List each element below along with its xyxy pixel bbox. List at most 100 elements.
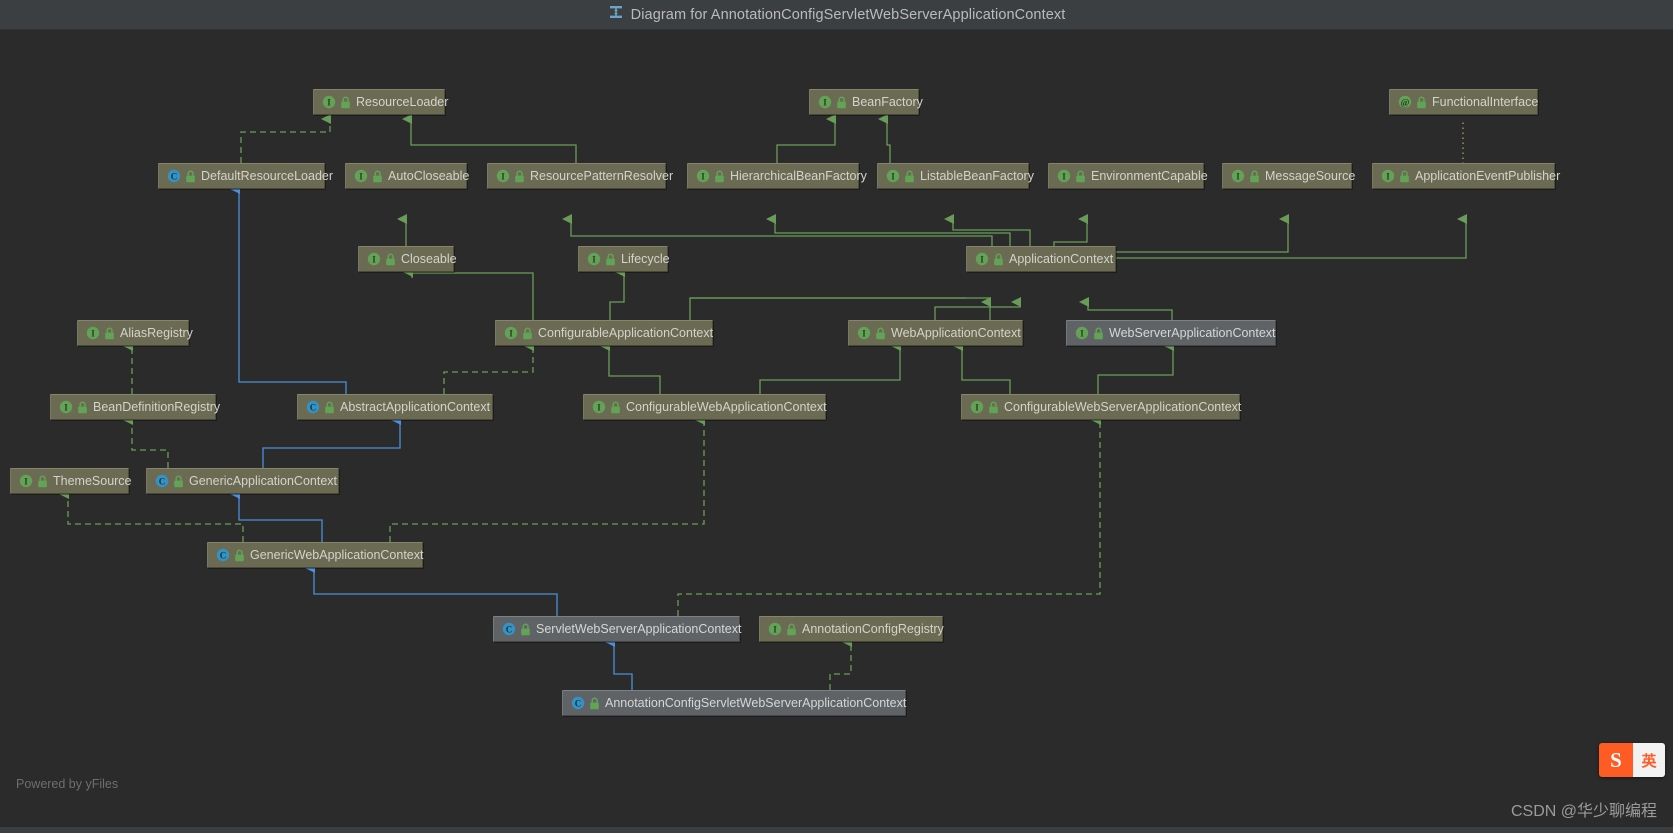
class-icon: C — [306, 400, 320, 414]
class-node-label: BeanFactory — [852, 94, 923, 109]
class-node-label: AliasRegistry — [120, 325, 193, 340]
window-titlebar: Diagram for AnnotationConfigServletWebSe… — [0, 0, 1673, 30]
lock-icon — [905, 169, 914, 182]
class-node-ServletWebServerApplicationContext[interactable]: C ServletWebServerApplicationContext — [493, 616, 742, 642]
class-node-label: ConfigurableApplicationContext — [538, 325, 714, 340]
lock-icon — [78, 400, 87, 413]
lock-icon — [38, 474, 47, 487]
sogou-s-label: S — [1610, 747, 1622, 772]
class-node-WebApplicationContext[interactable]: I WebApplicationContext — [848, 320, 1023, 346]
class-node-label: ConfigurableWebServerApplicationContext — [1004, 399, 1242, 414]
lock-icon — [837, 95, 846, 108]
class-node-label: WebApplicationContext — [891, 325, 1021, 340]
interface-icon: I — [496, 169, 510, 183]
class-node-GenericWebApplicationContext[interactable]: C GenericWebApplicationContext — [207, 542, 423, 568]
lock-icon — [373, 169, 382, 182]
svg-text:C: C — [575, 698, 582, 708]
lock-icon — [174, 474, 183, 487]
svg-text:I: I — [701, 171, 705, 181]
class-node-label: ConfigurableWebApplicationContext — [626, 399, 827, 414]
class-node-label: AbstractApplicationContext — [340, 399, 491, 414]
class-node-WebServerApplicationContext[interactable]: I WebServerApplicationContext — [1066, 320, 1276, 346]
class-node-AnnotationConfigServletWebServerApplicationContext[interactable]: C AnnotationConfigServletWebServerApplica… — [562, 690, 906, 716]
interface-icon: I — [768, 622, 782, 636]
annotation-icon: @ — [1398, 95, 1412, 109]
class-node-BeanDefinitionRegistry[interactable]: I BeanDefinitionRegistry — [50, 394, 220, 420]
svg-text:I: I — [592, 254, 596, 264]
class-node-label: AnnotationConfigRegistry — [802, 621, 944, 636]
lock-icon — [521, 622, 530, 635]
svg-text:I: I — [597, 402, 601, 412]
class-node-Closeable[interactable]: I Closeable — [358, 246, 457, 272]
class-node-AliasRegistry[interactable]: I AliasRegistry — [77, 320, 193, 346]
interface-icon: I — [1075, 326, 1089, 340]
lock-icon — [989, 400, 998, 413]
svg-text:I: I — [91, 328, 95, 338]
interface-icon: I — [1057, 169, 1071, 183]
svg-text:I: I — [891, 171, 895, 181]
sogou-logo-icon: S — [1599, 743, 1633, 777]
interface-icon: I — [696, 169, 710, 183]
class-node-label: ResourcePatternResolver — [530, 168, 674, 183]
class-node-ThemeSource[interactable]: I ThemeSource — [10, 468, 132, 494]
class-icon: C — [502, 622, 516, 636]
class-node-GenericApplicationContext[interactable]: C GenericApplicationContext — [146, 468, 339, 494]
interface-icon: I — [886, 169, 900, 183]
interface-icon: I — [504, 326, 518, 340]
interface-icon: I — [19, 474, 33, 488]
class-node-label: ServletWebServerApplicationContext — [536, 621, 742, 636]
lock-icon — [386, 252, 395, 265]
window-bottom-bar — [0, 827, 1673, 833]
class-node-ListableBeanFactory[interactable]: I ListableBeanFactory — [877, 163, 1034, 189]
class-node-AbstractApplicationContext[interactable]: C AbstractApplicationContext — [297, 394, 493, 420]
lock-icon — [1076, 169, 1085, 182]
class-node-ConfigurableApplicationContext[interactable]: I ConfigurableApplicationContext — [495, 320, 713, 346]
lock-icon — [876, 326, 885, 339]
diagram-canvas[interactable]: I ResourceLoader I BeanFactory @ FunctionalIn… — [0, 30, 1673, 833]
window-title: Diagram for AnnotationConfigServletWebSe… — [630, 6, 1066, 23]
class-node-label: AnnotationConfigServletWebServerApplicat… — [605, 695, 907, 710]
class-node-label: WebServerApplicationContext — [1109, 325, 1276, 340]
class-node-ApplicationEventPublisher[interactable]: I ApplicationEventPublisher — [1372, 163, 1560, 189]
svg-text:I: I — [509, 328, 513, 338]
lock-icon — [515, 169, 524, 182]
svg-text:C: C — [506, 624, 513, 634]
class-node-DefaultResourceLoader[interactable]: C DefaultResourceLoader — [158, 163, 333, 189]
lock-icon — [1400, 169, 1409, 182]
interface-icon: I — [354, 169, 368, 183]
svg-text:C: C — [310, 402, 317, 412]
class-node-ApplicationContext[interactable]: I ApplicationContext — [966, 246, 1116, 272]
class-node-HierarchicalBeanFactory[interactable]: I HierarchicalBeanFactory — [687, 163, 867, 189]
class-node-ConfigurableWebServerApplicationContext[interactable]: I ConfigurableWebServerApplicationContext — [961, 394, 1242, 420]
lock-icon — [1250, 169, 1259, 182]
class-node-label: Closeable — [401, 251, 457, 266]
class-node-AutoCloseable[interactable]: I AutoCloseable — [345, 163, 469, 189]
lock-icon — [186, 169, 195, 182]
interface-icon: I — [59, 400, 73, 414]
class-node-FunctionalInterface[interactable]: @ FunctionalInterface — [1389, 89, 1538, 115]
class-node-ResourcePatternResolver[interactable]: I ResourcePatternResolver — [487, 163, 673, 189]
class-node-BeanFactory[interactable]: I BeanFactory — [809, 89, 923, 115]
interface-icon: I — [1231, 169, 1245, 183]
diagram-window: Diagram for AnnotationConfigServletWebSe… — [0, 0, 1673, 833]
class-node-AnnotationConfigRegistry[interactable]: I AnnotationConfigRegistry — [759, 616, 944, 642]
class-node-MessageSource[interactable]: I MessageSource — [1222, 163, 1355, 189]
yfiles-credit: Powered by yFiles — [16, 777, 119, 791]
lock-icon — [341, 95, 350, 108]
svg-text:I: I — [64, 402, 68, 412]
lock-icon — [523, 326, 532, 339]
class-node-label: ApplicationEventPublisher — [1415, 168, 1561, 183]
svg-text:I: I — [1080, 328, 1084, 338]
svg-text:I: I — [372, 254, 376, 264]
interface-icon: I — [857, 326, 871, 340]
class-node-ResourceLoader[interactable]: I ResourceLoader — [313, 89, 448, 115]
class-node-ConfigurableWebApplicationContext[interactable]: I ConfigurableWebApplicationContext — [583, 394, 827, 420]
sogou-ime-indicator[interactable]: S 英 — [1599, 743, 1665, 777]
svg-text:@: @ — [1401, 99, 1410, 109]
svg-text:I: I — [359, 171, 363, 181]
class-node-EnvironmentCapable[interactable]: I EnvironmentCapable — [1048, 163, 1208, 189]
class-node-Lifecycle[interactable]: I Lifecycle — [578, 246, 670, 272]
class-icon: C — [167, 169, 181, 183]
interface-icon: I — [818, 95, 832, 109]
class-icon: C — [155, 474, 169, 488]
